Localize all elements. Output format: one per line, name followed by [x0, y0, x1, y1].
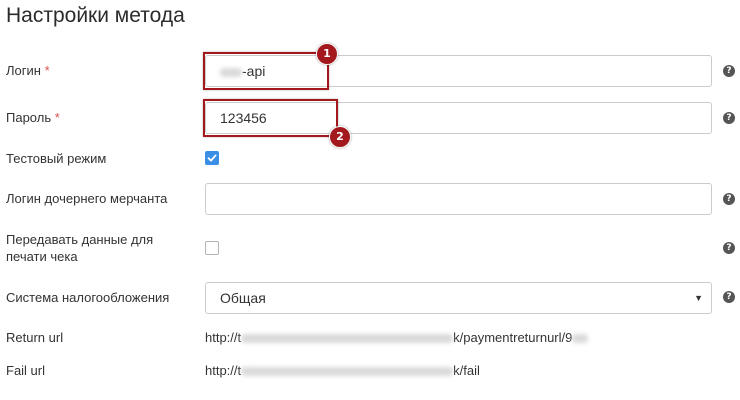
checkmark-icon	[207, 154, 217, 162]
tax-system-help-icon[interactable]: ?	[723, 291, 735, 303]
return-url-redacted	[241, 334, 454, 344]
receipt-data-checkbox[interactable]	[205, 241, 219, 255]
receipt-data-label-line2: печати чека	[6, 249, 78, 264]
tax-system-label: Система налогообложения	[6, 290, 170, 305]
receipt-data-help-icon[interactable]: ?	[723, 242, 735, 254]
fail-url-prefix: http://t	[205, 363, 242, 378]
fail-url-redacted	[241, 367, 454, 377]
return-url-label: Return url	[6, 330, 64, 345]
annotation-box-2	[203, 99, 338, 137]
return-url-suffix: k/paymentreturnurl/9	[453, 330, 573, 345]
page-title: Настройки метода	[6, 4, 185, 27]
annotation-badge-1: 1	[316, 43, 338, 65]
tax-system-selected: Общая	[220, 290, 266, 306]
receipt-data-label: Передавать данные для печати чека	[6, 231, 153, 265]
login-help-icon[interactable]: ?	[723, 65, 735, 77]
password-required-mark: *	[54, 110, 60, 125]
return-url-redacted-tail	[572, 334, 589, 344]
child-merchant-help-icon[interactable]: ?	[723, 193, 735, 205]
fail-url-value: http://t k/fail	[205, 362, 480, 379]
annotation-badge-2: 2	[329, 126, 351, 148]
test-mode-checkbox[interactable]	[205, 151, 219, 165]
login-label-text: Логин	[6, 63, 41, 78]
return-url-prefix: http://t	[205, 330, 242, 345]
return-url-value: http://t k/paymentreturnurl/9	[205, 329, 589, 346]
test-mode-label: Тестовый режим	[6, 151, 107, 166]
fail-url-suffix: k/fail	[453, 363, 480, 378]
login-label: Логин *	[6, 62, 50, 79]
login-required-mark: *	[44, 63, 50, 78]
password-help-icon[interactable]: ?	[723, 112, 735, 124]
receipt-data-label-line1: Передавать данные для	[6, 232, 154, 247]
password-label: Пароль *	[6, 109, 60, 126]
child-merchant-login-label: Логин дочернего мерчанта	[6, 191, 168, 206]
annotation-box-1	[203, 52, 329, 90]
child-merchant-login-field[interactable]	[205, 183, 712, 215]
fail-url-label: Fail url	[6, 363, 46, 378]
dropdown-arrow-icon: ▼	[694, 293, 703, 303]
tax-system-select[interactable]: Общая ▼	[205, 282, 712, 314]
password-label-text: Пароль	[6, 110, 52, 125]
